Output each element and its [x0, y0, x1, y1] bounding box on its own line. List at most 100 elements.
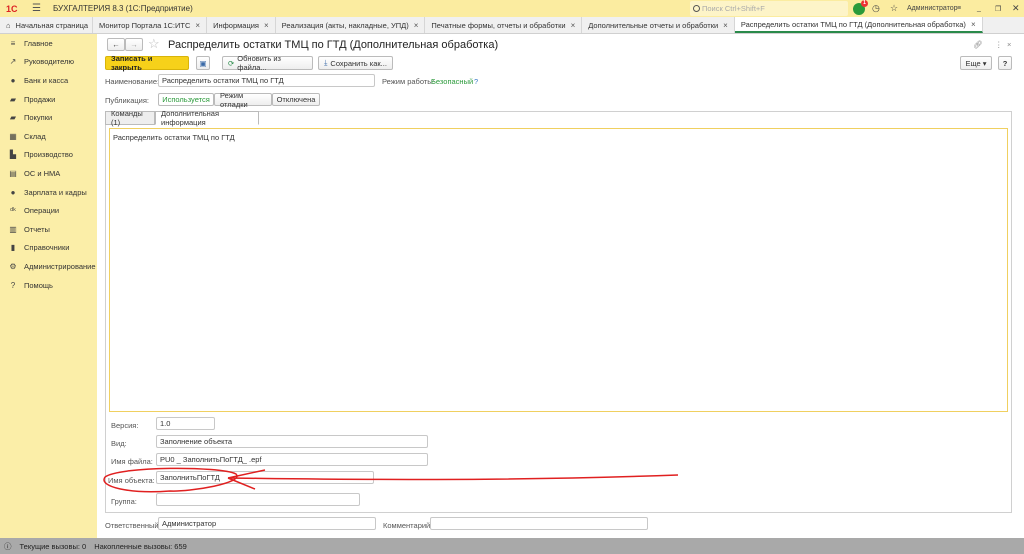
- link-icon[interactable]: 🔗︎: [973, 40, 983, 49]
- sidebar-item[interactable]: ? Помощь: [0, 276, 97, 295]
- tab-label: Реализация (акты, накладные, УПД): [281, 20, 409, 30]
- user-name[interactable]: Администратор: [907, 0, 958, 17]
- comment-field[interactable]: [430, 517, 648, 530]
- sidebar-item[interactable]: ▤ ОС и НМА: [0, 164, 97, 183]
- more-vert-icon[interactable]: ⋮: [995, 40, 1003, 49]
- search-input[interactable]: Поиск Ctrl+Shift+F: [690, 1, 848, 16]
- history-icon[interactable]: ◷: [872, 0, 880, 17]
- close-tab-icon[interactable]: ×: [971, 20, 976, 29]
- sidebar-item[interactable]: ● Банк и касса: [0, 71, 97, 90]
- sidebar-item[interactable]: ▰ Продажи: [0, 90, 97, 109]
- sidebar-item[interactable]: ▮ Справочники: [0, 239, 97, 258]
- more-button[interactable]: Еще ▾: [960, 56, 992, 70]
- tab-additional-reports[interactable]: Дополнительные отчеты и обработки ×: [582, 17, 735, 33]
- save-as-button[interactable]: ⤓ Сохранить как...: [318, 56, 393, 70]
- tab-current-form[interactable]: Распределить остатки ТМЦ по ГТД (Дополни…: [734, 17, 983, 33]
- sidebar-item[interactable]: ᵈᵏ Операции: [0, 201, 97, 220]
- sidebar-item[interactable]: ▰ Покупки: [0, 108, 97, 127]
- sidebar-item-label: Покупки: [24, 113, 53, 123]
- current-calls: Текущие вызовы: 0: [19, 541, 87, 551]
- group-label: Группа:: [111, 497, 137, 506]
- publication-used[interactable]: Используется: [158, 93, 214, 106]
- home-icon: ⌂: [6, 20, 11, 30]
- sidebar: ≡ Главное ↗ Руководителю ● Банк и касса ▰ Прода…: [0, 34, 97, 538]
- publication-debug[interactable]: Режим отладки: [214, 91, 272, 109]
- section-icon: ᵈᵏ: [10, 206, 16, 216]
- section-icon: ●: [10, 75, 16, 85]
- sidebar-item[interactable]: ▙ Производство: [0, 146, 97, 165]
- close-tab-icon[interactable]: ×: [195, 21, 200, 30]
- sidebar-item-label: Операции: [24, 206, 60, 216]
- close-tab-icon[interactable]: ×: [414, 21, 419, 30]
- mode-help-icon[interactable]: ?: [474, 77, 478, 86]
- info-textarea[interactable]: Распределить остатки ТМЦ по ГТД: [109, 128, 1008, 412]
- tab-sales[interactable]: Реализация (акты, накладные, УПД) ×: [276, 17, 426, 33]
- object-field[interactable]: ЗаполнитьПоГТД: [156, 471, 374, 484]
- close-tab-icon[interactable]: ×: [723, 21, 728, 30]
- version-label: Версия:: [111, 421, 139, 430]
- forward-button[interactable]: →: [125, 38, 143, 51]
- sidebar-item-label: Зарплата и кадры: [24, 187, 87, 197]
- section-icon: ↗: [9, 57, 17, 67]
- section-icon: ▙: [9, 150, 17, 160]
- section-icon: ▰: [9, 113, 17, 123]
- sidebar-item[interactable]: ⚙ Администрирование: [0, 257, 97, 276]
- sidebar-item-label: Главное: [24, 38, 53, 48]
- file-field[interactable]: PU0 _ ЗаполнитьПоГТД_ .epf: [156, 453, 428, 466]
- tab-print-forms[interactable]: Печатные формы, отчеты и обработки ×: [425, 17, 583, 33]
- section-icon: ▤: [9, 168, 17, 178]
- favorites-icon[interactable]: ☆: [890, 0, 898, 17]
- tab-portal-monitor[interactable]: Монитор Портала 1С:ИТС ×: [93, 17, 208, 33]
- button-label: Еще: [965, 58, 981, 68]
- tab-commands[interactable]: Команды (1): [105, 109, 155, 127]
- sidebar-item[interactable]: ▥ Отчеты: [0, 220, 97, 239]
- page-title: Распределить остатки ТМЦ по ГТД (Дополни…: [168, 39, 499, 51]
- restore-icon[interactable]: ❐: [995, 0, 1001, 17]
- sidebar-item-label: Помощь: [24, 280, 53, 290]
- tab-label: Информация: [213, 20, 259, 30]
- close-tab-icon[interactable]: ×: [571, 21, 576, 30]
- sidebar-item-label: Продажи: [24, 94, 56, 104]
- object-label: Имя объекта:: [108, 476, 155, 485]
- status-bar: ⓘ Текущие вызовы: 0 Накопленные вызовы: …: [0, 538, 1024, 554]
- sidebar-item[interactable]: ≡ Главное: [0, 34, 97, 53]
- tab-label: Монитор Портала 1С:ИТС: [99, 20, 191, 30]
- responsible-field[interactable]: Администратор: [158, 517, 376, 530]
- update-from-file-button[interactable]: ⟳ Обновить из файла...: [222, 54, 313, 72]
- favorite-star-icon[interactable]: ☆: [148, 36, 160, 52]
- sidebar-item-label: ОС и НМА: [24, 168, 61, 178]
- help-button[interactable]: ?: [998, 56, 1012, 70]
- back-button[interactable]: ←: [107, 38, 125, 51]
- sidebar-item[interactable]: ↗ Руководителю: [0, 53, 97, 72]
- tab-additional-info[interactable]: Дополнительная информация: [155, 109, 259, 127]
- group-field[interactable]: [156, 493, 360, 506]
- sidebar-item-label: Руководителю: [24, 57, 75, 67]
- notifications-icon[interactable]: 1: [853, 0, 868, 15]
- name-field[interactable]: Распределить остатки ТМЦ по ГТД: [158, 74, 375, 87]
- sidebar-item-label: Администрирование: [24, 261, 96, 271]
- sidebar-item[interactable]: ● Зарплата и кадры: [0, 183, 97, 202]
- responsible-label: Ответственный:: [105, 521, 161, 530]
- close-tab-icon[interactable]: ×: [264, 21, 269, 30]
- settings-icon[interactable]: ≡: [957, 0, 961, 17]
- sidebar-item[interactable]: ▦ Склад: [0, 127, 97, 146]
- tab-info[interactable]: Информация ×: [207, 17, 276, 33]
- version-field[interactable]: 1.0: [156, 417, 215, 430]
- update-icon: ⟳: [228, 58, 235, 68]
- minimize-icon[interactable]: _: [977, 0, 981, 17]
- section-icon: ▮: [10, 243, 16, 253]
- close-form-icon[interactable]: ×: [1007, 40, 1011, 49]
- tab-label: Дополнительные отчеты и обработки: [588, 20, 719, 30]
- save-close-button[interactable]: Записать и закрыть: [105, 54, 189, 72]
- save-icon[interactable]: ▣: [196, 56, 210, 70]
- app-logo: 1С: [6, 3, 18, 14]
- app-title: БУХГАЛТЕРИЯ 8.3 (1С:Предприятие): [52, 4, 193, 13]
- menu-icon[interactable]: ☰: [32, 3, 41, 14]
- comment-label: Комментарий:: [383, 521, 433, 530]
- kind-field[interactable]: Заполнение объекта: [156, 435, 428, 448]
- name-label: Наименование:: [105, 77, 160, 86]
- close-icon[interactable]: ✕: [1012, 0, 1020, 17]
- section-icon: ?: [10, 280, 16, 290]
- tab-home[interactable]: ⌂ Начальная страница: [0, 17, 93, 33]
- publication-off[interactable]: Отключена: [272, 93, 320, 106]
